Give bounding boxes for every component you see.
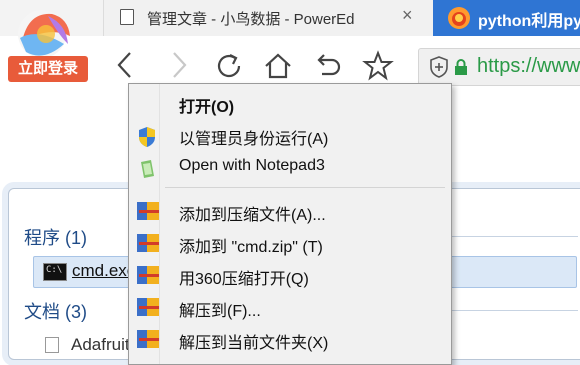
- file-icon: [45, 337, 59, 353]
- star-icon[interactable]: [362, 50, 394, 82]
- browser-logo-icon: [18, 10, 70, 58]
- lock-icon: [455, 59, 467, 75]
- section-programs: 程序 (1): [24, 228, 87, 248]
- archive-icon: [137, 266, 159, 284]
- address-bar[interactable]: https://www: [418, 48, 580, 86]
- tab-title: python利用py: [478, 13, 580, 30]
- undo-icon[interactable]: [312, 50, 344, 82]
- menu-item-add-to-cmd-zip[interactable]: 添加到 "cmd.zip" (T): [129, 228, 451, 258]
- menu-item-run-as-admin[interactable]: 以管理员身份运行(A): [129, 120, 451, 150]
- tab-python[interactable]: python利用py: [433, 0, 580, 36]
- archive-icon: [137, 298, 159, 316]
- menu-item-open-with-360[interactable]: 用360压缩打开(Q): [129, 260, 451, 290]
- menu-item-label: 用360压缩打开(Q): [179, 271, 309, 288]
- archive-icon: [137, 330, 159, 348]
- shield-icon: [430, 56, 448, 78]
- menu-item-extract-to[interactable]: 解压到(F)...: [129, 292, 451, 322]
- archive-icon: [137, 234, 159, 252]
- back-icon[interactable]: [114, 50, 136, 80]
- document-icon: [120, 9, 134, 25]
- menu-item-label: 以管理员身份运行(A): [179, 131, 329, 148]
- menu-item-label: 添加到 "cmd.zip" (T): [179, 239, 323, 256]
- forward-icon[interactable]: [168, 50, 190, 80]
- menu-item-label: 解压到当前文件夹(X): [179, 335, 329, 352]
- menu-item-add-to-archive[interactable]: 添加到压缩文件(A)...: [129, 196, 451, 226]
- menu-separator: [165, 187, 445, 188]
- menu-item-label: 打开(O): [179, 99, 235, 116]
- program-name: cmd.exe: [72, 261, 137, 280]
- context-menu: 打开(O) 以管理员身份运行(A) Open with Notepad3 添加到…: [128, 83, 452, 365]
- cmd-icon: C:\: [43, 263, 67, 281]
- login-button[interactable]: 立即登录: [8, 56, 88, 82]
- refresh-icon[interactable]: [213, 50, 245, 82]
- archive-icon: [137, 202, 159, 220]
- home-icon[interactable]: [262, 50, 294, 82]
- uac-shield-icon: [139, 127, 155, 147]
- tab-manage-articles[interactable]: 管理文章 - 小鸟数据 - PowerEd ×: [103, 0, 434, 36]
- menu-item-label: 解压到(F)...: [179, 303, 261, 320]
- close-tab-icon[interactable]: ×: [402, 5, 413, 26]
- menu-item-open-notepad3[interactable]: Open with Notepad3: [129, 152, 451, 182]
- menu-item-open[interactable]: 打开(O): [129, 88, 451, 118]
- section-documents: 文档 (3): [24, 302, 87, 322]
- notepad3-icon: [141, 160, 154, 178]
- tab-title: 管理文章 - 小鸟数据 - PowerEd: [147, 11, 355, 28]
- document-name: Adafruit: [71, 335, 130, 354]
- menu-item-label: 添加到压缩文件(A)...: [179, 207, 326, 224]
- address-url: https://www: [477, 55, 580, 77]
- menu-item-label: Open with Notepad3: [179, 157, 325, 174]
- firefox-icon: [448, 7, 470, 29]
